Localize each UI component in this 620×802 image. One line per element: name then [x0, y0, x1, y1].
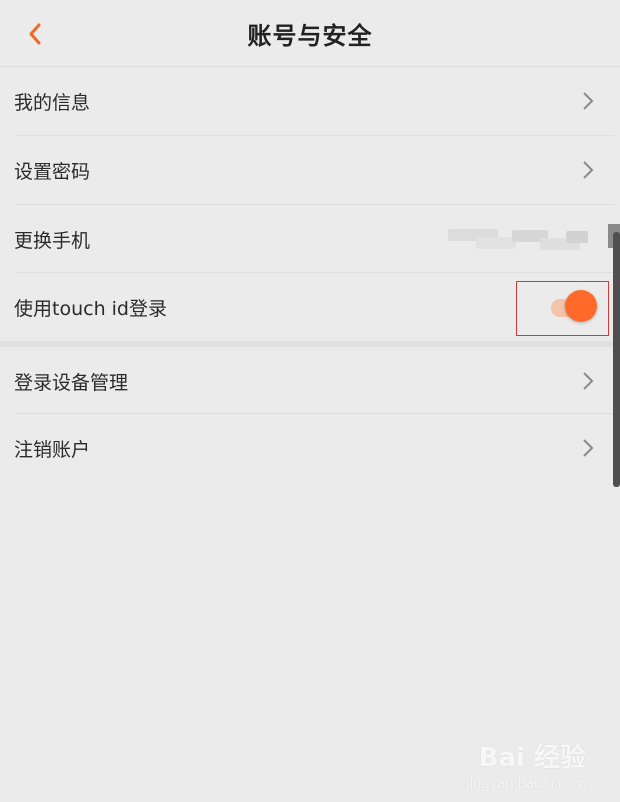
row-device-management[interactable]: 登录设备管理: [0, 347, 620, 415]
chevron-left-icon: [29, 23, 41, 45]
account-security-screen: 账号与安全 我的信息 设置密码 更换手机 使用touch id登录 登录设备管理…: [0, 0, 620, 802]
chevron-right-icon: [583, 161, 594, 179]
row-label: 使用touch id登录: [14, 297, 167, 320]
row-label: 登录设备管理: [14, 371, 129, 394]
row-label: 设置密码: [14, 160, 91, 183]
row-cancel-account[interactable]: 注销账户: [0, 414, 620, 482]
row-label: 更换手机: [14, 229, 91, 252]
row-my-info[interactable]: 我的信息: [0, 67, 620, 135]
back-button[interactable]: [18, 17, 52, 51]
row-label: 注销账户: [14, 438, 91, 461]
chevron-right-icon: [583, 92, 594, 110]
touch-id-toggle[interactable]: [516, 281, 609, 336]
header-bar: 账号与安全: [0, 0, 620, 66]
row-set-password[interactable]: 设置密码: [0, 136, 620, 204]
toggle-knob: [565, 290, 597, 322]
chevron-right-icon: [583, 372, 594, 390]
baidu-watermark: Bai 经验: [478, 743, 586, 773]
page-title: 账号与安全: [247, 21, 373, 50]
row-label: 我的信息: [14, 91, 91, 114]
row-change-phone[interactable]: 更换手机: [0, 205, 620, 273]
phone-value-blurred: [448, 227, 598, 253]
baidu-watermark-url: jingyan.baidu.com: [466, 777, 586, 792]
scrollbar[interactable]: [613, 232, 620, 487]
chevron-right-icon: [583, 439, 594, 457]
